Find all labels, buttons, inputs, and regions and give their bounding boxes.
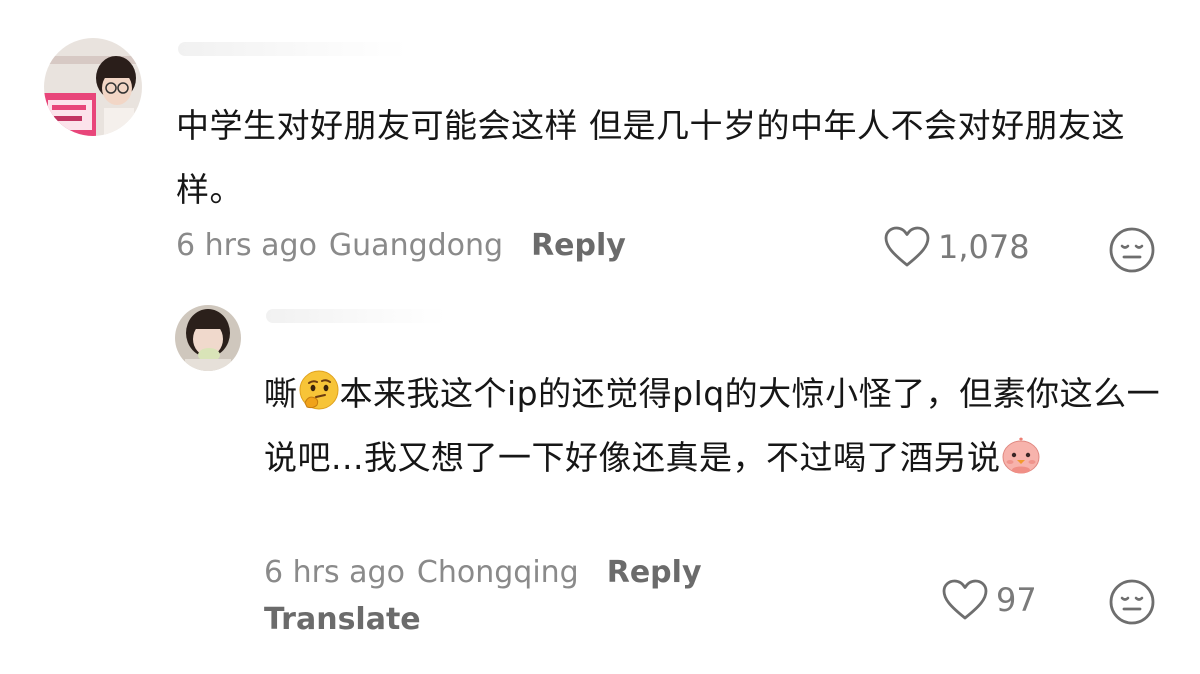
comment-meta: 6 hrs ago Guangdong Reply	[176, 228, 626, 263]
like-count: 97	[996, 581, 1037, 619]
avatar[interactable]	[175, 305, 241, 371]
dislike-button[interactable]	[1108, 578, 1156, 626]
comment-text: 中学生对好朋友可能会这样 但是几十岁的中年人不会对好朋友这样。	[176, 106, 1125, 209]
thinking-face-emoji-icon	[298, 369, 340, 411]
translate-button[interactable]: Translate	[264, 602, 421, 637]
timestamp: 6 hrs ago	[176, 228, 317, 263]
username-redacted[interactable]	[266, 309, 446, 323]
username-redacted[interactable]	[178, 42, 408, 56]
comment-text: 嘶 本来我这个ip的还觉得plq的大惊小怪了，但素你这么一说吧...我又想了一下…	[264, 362, 1164, 490]
heart-outline-icon	[884, 226, 930, 267]
comment-text-start: 嘶	[264, 374, 298, 413]
timestamp: 6 hrs ago	[264, 555, 405, 590]
pink-chick-emoji-icon	[1000, 433, 1042, 475]
meh-face-icon	[1109, 579, 1155, 625]
dislike-button[interactable]	[1108, 226, 1156, 274]
comment-meta: 6 hrs ago Chongqing Reply	[264, 555, 702, 590]
like-count: 1,078	[938, 228, 1030, 266]
avatar[interactable]	[44, 38, 142, 136]
like-button[interactable]: 97	[942, 579, 1037, 621]
location: Guangdong	[328, 228, 504, 263]
avatar-girl-drinking-image	[175, 305, 241, 371]
location: Chongqing	[416, 555, 579, 590]
avatar-girl-glasses-image	[44, 38, 142, 136]
heart-outline-icon	[942, 579, 988, 620]
meh-face-icon	[1109, 227, 1155, 273]
like-button[interactable]: 1,078	[884, 226, 1030, 268]
reply-button[interactable]: Reply	[607, 555, 702, 590]
reply-button[interactable]: Reply	[531, 228, 626, 263]
